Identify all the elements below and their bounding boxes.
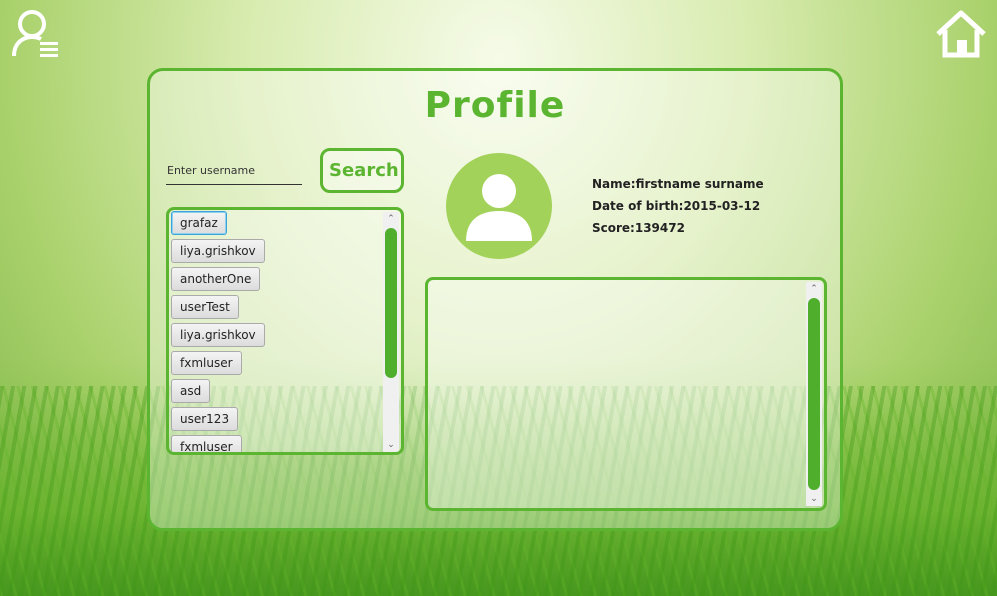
user-list-item[interactable]: user123 <box>171 407 239 431</box>
scroll-thumb[interactable] <box>808 298 820 490</box>
search-input[interactable] <box>166 157 302 185</box>
user-avatar-icon <box>446 153 552 259</box>
user-list-item[interactable]: liya.grishkov <box>171 239 265 263</box>
home-icon[interactable] <box>935 8 987 60</box>
profile-score: Score:139472 <box>592 221 685 235</box>
scroll-down-arrow-icon[interactable]: ⌄ <box>806 492 822 506</box>
user-list-scrollbar[interactable]: ⌃ ⌄ <box>383 212 399 452</box>
user-list-items: grafaz liya.grishkov anotherOne userTest liy… <box>171 211 381 452</box>
profile-name: Name:firstname surname <box>592 177 764 191</box>
user-list[interactable]: grafaz liya.grishkov anotherOne userTest liy… <box>166 207 404 455</box>
user-list-item[interactable]: anotherOne <box>171 267 261 291</box>
user-list-item[interactable]: fxmluser <box>171 435 242 452</box>
profile-card: Profile Search grafaz liya.grishkov anothe… <box>147 68 843 531</box>
scroll-down-arrow-icon[interactable]: ⌄ <box>383 438 399 452</box>
details-panel[interactable]: ⌃ ⌄ <box>425 277 827 511</box>
search-button[interactable]: Search <box>320 148 404 193</box>
user-list-item[interactable]: fxmluser <box>171 351 242 375</box>
profile-dob: Date of birth:2015-03-12 <box>592 199 761 213</box>
page-title: Profile <box>424 85 566 126</box>
scroll-up-arrow-icon[interactable]: ⌃ <box>383 212 399 226</box>
scroll-thumb[interactable] <box>385 228 397 378</box>
user-list-icon[interactable] <box>10 8 62 60</box>
scroll-up-arrow-icon[interactable]: ⌃ <box>806 282 822 296</box>
details-panel-scrollbar[interactable]: ⌃ ⌄ <box>806 282 822 506</box>
user-list-item[interactable]: liya.grishkov <box>171 323 265 347</box>
profile-info: Name:firstname surname Date of birth:201… <box>592 177 764 243</box>
user-list-item[interactable]: asd <box>171 379 211 403</box>
user-list-item[interactable]: grafaz <box>171 211 227 235</box>
user-list-item[interactable]: userTest <box>171 295 239 319</box>
